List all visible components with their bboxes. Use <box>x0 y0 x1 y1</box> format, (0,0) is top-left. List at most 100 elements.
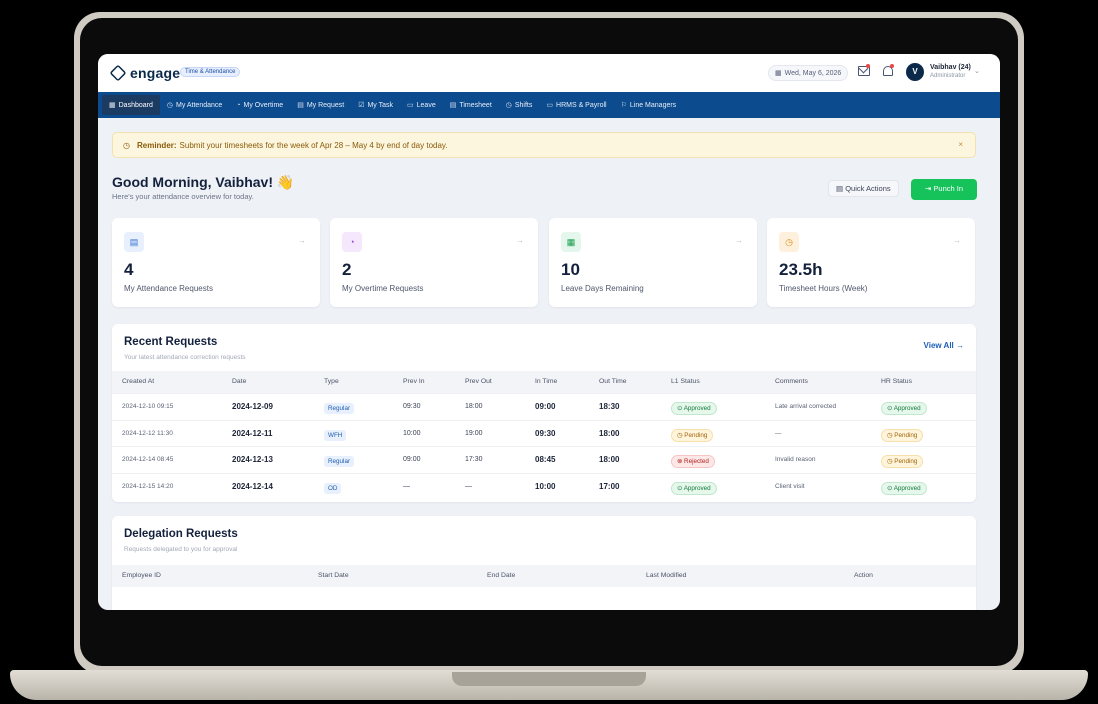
out-time-cell: 18:00 <box>599 428 620 438</box>
column-header[interactable]: Action <box>854 572 873 579</box>
arrow-right-icon[interactable]: → <box>735 236 743 245</box>
stat-label: Leave Days Remaining <box>561 284 644 293</box>
out-time-cell: 18:00 <box>599 455 620 464</box>
status-icon: ⊙ <box>677 405 684 412</box>
quick-actions-label: Quick Actions <box>845 184 891 193</box>
column-header[interactable]: Out Time <box>599 378 627 385</box>
table-row[interactable]: 2024-12-12 11:30 2024-12-11 WFH 10:00 19:00 0… <box>112 419 976 447</box>
leave-icon: ▭ <box>407 102 414 109</box>
status-text: Approved <box>893 484 921 492</box>
clock-icon: ◷ <box>166 102 173 109</box>
column-header[interactable]: Employee ID <box>122 572 161 579</box>
bell-notification-dot <box>890 64 894 68</box>
avatar[interactable]: V <box>906 63 924 81</box>
in-time-cell: 09:00 <box>535 402 556 411</box>
stat-card[interactable]: ◔ → 2 My Overtime Requests <box>330 218 538 307</box>
stopwatch-icon: ◔ <box>342 232 362 252</box>
column-header[interactable]: Start Date <box>318 572 349 579</box>
prev-out-cell: 19:00 <box>465 429 483 437</box>
timer-icon: ◔ <box>236 101 241 109</box>
nav-item-leave[interactable]: ▭ Leave <box>400 95 443 115</box>
nav-item-dashboard[interactable]: ▦ Dashboard <box>102 95 160 115</box>
column-header[interactable]: Prev Out <box>465 378 492 385</box>
payroll-icon: ▭ <box>546 102 554 109</box>
status-text: Rejected <box>684 458 709 465</box>
reminder-banner: ◷ Reminder: Submit your timesheets for t… <box>112 132 976 158</box>
prev-out-cell: — <box>465 482 472 490</box>
top-bar: engage Time & Attendance ▦ Wed, May 6, 2… <box>98 54 1000 92</box>
status-text: Approved <box>683 484 711 492</box>
nav-item-my-attendance[interactable]: ◷ My Attendance <box>160 95 229 115</box>
column-header[interactable]: HR Status <box>881 378 912 385</box>
nav-label: Dashboard <box>118 101 153 109</box>
column-header[interactable]: Created At <box>122 378 154 385</box>
column-header[interactable]: Prev In <box>403 378 425 385</box>
quick-actions-button[interactable]: ▤ Quick Actions <box>828 180 899 197</box>
module-tag: Time & Attendance <box>180 67 241 77</box>
user-name[interactable]: Vaibhav (24) <box>930 64 971 71</box>
recent-requests-panel: Recent Requests Your latest attendance c… <box>112 324 976 502</box>
nav-item-line-managers[interactable]: ⚐ Line Managers <box>614 95 684 115</box>
column-header[interactable]: Date <box>232 378 246 385</box>
stat-card[interactable]: ◷ → 23.5h Timesheet Hours (Week) <box>767 218 975 307</box>
timesheet-icon: ▤ <box>449 102 457 109</box>
logo[interactable]: engage <box>109 64 181 82</box>
nav-item-my-task[interactable]: ☑ My Task <box>351 95 400 115</box>
l1-status-badge: ⊙ Approved <box>671 481 717 495</box>
logo-icon <box>109 64 127 82</box>
prev-out-cell: 18:00 <box>465 403 483 410</box>
grid-icon: ▦ <box>109 102 116 109</box>
logo-text: engage <box>130 65 181 81</box>
mail-notification-dot <box>866 64 870 68</box>
type-badge: Regular <box>324 403 355 414</box>
arrow-right-icon[interactable]: → <box>516 236 524 245</box>
l1-status-badge: ⊗ Rejected <box>671 455 715 468</box>
status-text: Approved <box>893 405 921 412</box>
table-row[interactable]: 2024-12-10 09:15 2024-12-09 Regular 09:30 18… <box>112 393 976 420</box>
table-row[interactable]: 2024-12-15 14:20 2024-12-14 OD — — 10:00 17:00… <box>112 472 976 500</box>
delegation-requests-subtitle: Requests delegated to you for approval <box>124 546 238 553</box>
column-header[interactable]: Last Modified <box>646 572 686 579</box>
created-at-cell: 2024-12-12 11:30 <box>122 429 173 437</box>
column-header[interactable]: Type <box>324 378 339 385</box>
current-date: Wed, May 6, 2026 <box>784 69 842 77</box>
prev-out-cell: 17:30 <box>465 456 483 463</box>
nav-item-shifts[interactable]: ◷ Shifts <box>499 95 540 115</box>
comments-cell: Client visit <box>775 482 805 490</box>
hr-status-badge: ⊙ Approved <box>881 481 927 495</box>
close-icon[interactable]: × <box>958 140 963 149</box>
prev-in-cell: 09:30 <box>403 403 421 410</box>
stat-card[interactable]: ▦ → 10 Leave Days Remaining <box>549 218 757 307</box>
date-cell: 2024-12-13 <box>232 455 273 464</box>
column-header[interactable]: In Time <box>535 378 557 385</box>
nav-item-my-request[interactable]: ▤ My Request <box>290 95 351 115</box>
reminder-text: Submit your timesheets for the week of A… <box>179 140 448 150</box>
nav-item-hrms-payroll[interactable]: ▭ HRMS & Payroll <box>539 95 613 115</box>
page-title: Good Morning, Vaibhav! 👋 <box>112 174 295 190</box>
column-header[interactable]: L1 Status <box>671 378 700 385</box>
clipboard-icon: ▤ <box>836 184 844 193</box>
document-icon: ▤ <box>124 232 144 252</box>
arrow-right-icon[interactable]: → <box>298 236 306 245</box>
date-pill[interactable]: ▦ Wed, May 6, 2026 <box>768 65 849 81</box>
arrow-right-icon[interactable]: → <box>953 236 961 245</box>
calendar-icon: ▦ <box>561 232 581 252</box>
status-icon: ⊙ <box>887 484 894 492</box>
chevron-down-icon[interactable]: ⌄ <box>974 67 980 75</box>
out-time-cell: 17:00 <box>599 481 620 491</box>
shifts-icon: ◷ <box>505 102 512 109</box>
view-all-link[interactable]: View All → <box>924 341 964 350</box>
column-header[interactable]: Comments <box>775 378 808 385</box>
reminder-prefix: Reminder: <box>136 140 177 150</box>
stat-card[interactable]: ▤ → 4 My Attendance Requests <box>112 218 320 307</box>
nav-label: Line Managers <box>629 101 677 109</box>
nav-item-my-overtime[interactable]: ◔ My Overtime <box>229 96 290 115</box>
stat-value: 4 <box>124 260 134 279</box>
punch-in-button[interactable]: ⇥ Punch In <box>911 179 977 200</box>
column-header[interactable]: End Date <box>487 572 515 579</box>
nav-item-timesheet[interactable]: ▤ Timesheet <box>443 95 499 115</box>
created-at-cell: 2024-12-15 14:20 <box>122 482 174 490</box>
delegation-requests-panel: Delegation Requests Requests delegated t… <box>112 516 976 610</box>
table-row[interactable]: 2024-12-14 08:45 2024-12-13 Regular 09:00 17… <box>112 446 976 473</box>
main-nav: ▦ Dashboard ◷ My Attendance ◔ My Overtime ▤ My … <box>98 92 1000 118</box>
